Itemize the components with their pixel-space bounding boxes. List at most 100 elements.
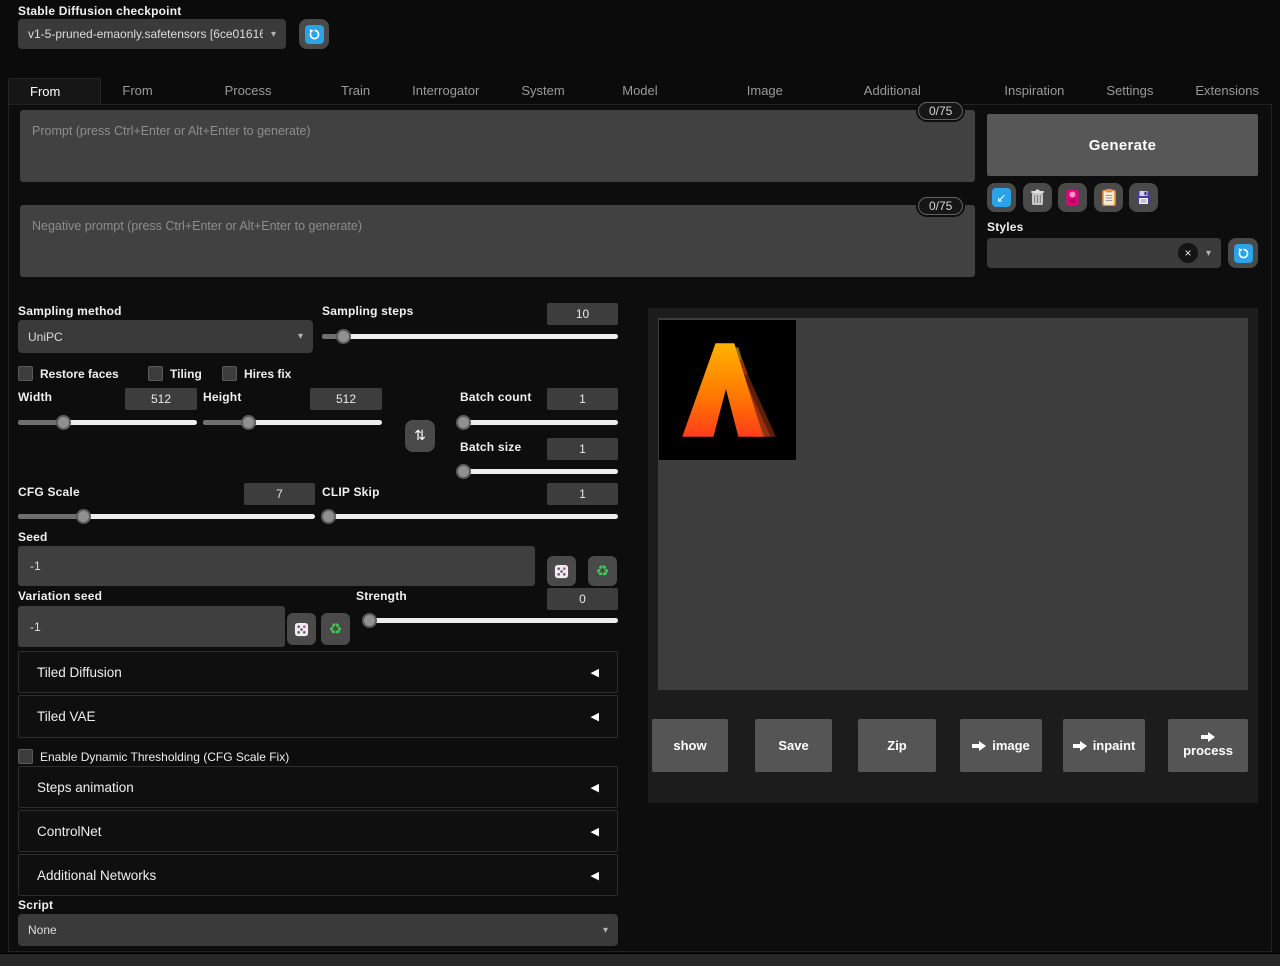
accordion-controlnet[interactable]: ControlNet ◀ <box>18 810 618 852</box>
styles-refresh-button[interactable] <box>1228 238 1258 268</box>
extra-networks-card-icon <box>1066 189 1079 206</box>
slider-track[interactable] <box>460 469 618 474</box>
script-label: Script <box>18 898 53 912</box>
reuse-seed-button[interactable]: ♻ <box>588 556 617 586</box>
button-label: image <box>992 738 1030 753</box>
button-label: show <box>673 738 706 753</box>
slider-thumb[interactable] <box>321 509 336 524</box>
extra-networks-button[interactable] <box>1058 183 1087 212</box>
send-to-inpaint-button[interactable]: inpaint <box>1063 719 1145 772</box>
button-label: inpaint <box>1093 738 1136 753</box>
arrow-right-icon <box>1073 741 1087 751</box>
height-label: Height <box>203 390 242 404</box>
batch-count-slider[interactable] <box>460 415 618 429</box>
tab-from-text[interactable]: From Text <box>8 78 101 105</box>
accordion-additional-networks[interactable]: Additional Networks ◀ <box>18 854 618 896</box>
sampling-steps-label: Sampling steps <box>322 304 414 318</box>
tab-model-converter[interactable]: Model Converter <box>601 78 726 105</box>
dynamic-thresholding-checkbox[interactable] <box>18 749 33 764</box>
sampling-method-label: Sampling method <box>18 304 122 318</box>
chevron-down-icon: ▾ <box>271 29 276 40</box>
slider-thumb[interactable] <box>336 329 351 344</box>
checkpoint-dropdown[interactable]: v1-5-pruned-emaonly.safetensors [6ce0161… <box>18 19 286 49</box>
slider-thumb[interactable] <box>241 415 256 430</box>
slider-track[interactable] <box>322 334 618 339</box>
sampling-steps-input[interactable] <box>547 303 618 325</box>
apply-style-button[interactable] <box>1094 183 1123 212</box>
checkpoint-refresh-button[interactable] <box>299 19 329 49</box>
generate-button[interactable]: Generate <box>987 114 1258 176</box>
show-button[interactable]: show <box>652 719 728 772</box>
tab-process-image[interactable]: Process Image <box>204 78 320 105</box>
height-input[interactable] <box>310 388 382 410</box>
width-slider[interactable] <box>18 415 197 429</box>
tab-extensions[interactable]: Extensions <box>1174 78 1280 105</box>
swap-dimensions-button[interactable]: ⇅ <box>405 420 435 452</box>
slider-thumb[interactable] <box>76 509 91 524</box>
clip-skip-input[interactable] <box>547 483 618 505</box>
collapse-arrow-icon: ◀ <box>591 781 599 794</box>
variation-seed-input[interactable] <box>18 606 285 647</box>
negative-prompt-input[interactable] <box>20 205 975 277</box>
clip-skip-slider[interactable] <box>322 509 618 523</box>
hires-fix-label: Hires fix <box>244 367 291 381</box>
send-to-process-button[interactable]: process <box>1168 719 1248 772</box>
arrow-right-icon <box>1201 732 1215 742</box>
batch-size-label: Batch size <box>460 440 521 454</box>
zip-button[interactable]: Zip <box>858 719 936 772</box>
batch-size-input[interactable] <box>547 438 618 460</box>
floppy-disk-icon <box>1136 190 1151 205</box>
swap-arrows-icon: ⇅ <box>414 428 426 444</box>
strength-slider[interactable] <box>364 613 618 627</box>
height-slider[interactable] <box>203 415 382 429</box>
batch-count-input[interactable] <box>547 388 618 410</box>
tab-interrogator[interactable]: Interrogator <box>391 78 500 105</box>
random-seed-button[interactable] <box>547 556 576 586</box>
tab-from-image[interactable]: From Image <box>101 78 203 105</box>
prompt-input[interactable] <box>20 110 975 182</box>
save-button[interactable]: Save <box>755 719 832 772</box>
clear-prompt-button[interactable] <box>1023 183 1052 212</box>
prompt-token-counter: 0/75 <box>918 102 963 120</box>
accordion-steps-animation[interactable]: Steps animation ◀ <box>18 766 618 808</box>
reuse-variation-seed-button[interactable]: ♻ <box>321 613 350 645</box>
styles-clear-icon[interactable]: × <box>1178 243 1198 263</box>
sampling-steps-slider[interactable] <box>322 329 618 343</box>
paste-params-button[interactable]: ↙ <box>987 183 1016 212</box>
save-style-button[interactable] <box>1129 183 1158 212</box>
accordion-title: Steps animation <box>37 780 134 795</box>
cfg-scale-slider[interactable] <box>18 509 315 523</box>
tab-image-browser[interactable]: Image Browser <box>726 78 843 105</box>
random-variation-seed-button[interactable] <box>287 613 316 645</box>
slider-thumb[interactable] <box>456 415 471 430</box>
tab-settings[interactable]: Settings <box>1085 78 1174 105</box>
strength-input[interactable] <box>547 588 618 610</box>
script-dropdown[interactable]: None ▾ <box>18 914 618 946</box>
seed-input[interactable] <box>18 546 535 586</box>
slider-thumb[interactable] <box>456 464 471 479</box>
tab-system-info[interactable]: System Info <box>500 78 601 105</box>
slider-thumb[interactable] <box>56 415 71 430</box>
styles-dropdown[interactable]: × ▾ <box>987 238 1221 268</box>
slider-track[interactable] <box>364 618 618 623</box>
tiling-checkbox[interactable] <box>148 366 163 381</box>
slider-track[interactable] <box>460 420 618 425</box>
accordion-tiled-vae[interactable]: Tiled VAE ◀ <box>18 695 618 738</box>
tab-inspiration[interactable]: Inspiration <box>983 78 1085 105</box>
slider-track[interactable] <box>322 514 618 519</box>
batch-size-slider[interactable] <box>460 464 618 478</box>
tab-train[interactable]: Train <box>320 78 391 105</box>
script-value: None <box>28 923 595 937</box>
result-thumbnail[interactable] <box>659 320 796 460</box>
sampling-method-dropdown[interactable]: UniPC ▾ <box>18 320 313 353</box>
hires-fix-checkbox[interactable] <box>222 366 237 381</box>
send-to-image-button[interactable]: image <box>960 719 1042 772</box>
tab-additional-networks[interactable]: Additional Networks <box>843 78 984 105</box>
restore-faces-checkbox[interactable] <box>18 366 33 381</box>
refresh-icon <box>1234 244 1253 263</box>
width-input[interactable] <box>125 388 197 410</box>
accordion-tiled-diffusion[interactable]: Tiled Diffusion ◀ <box>18 651 618 693</box>
slider-thumb[interactable] <box>362 613 377 628</box>
cfg-scale-input[interactable] <box>244 483 315 505</box>
seed-label: Seed <box>18 530 47 544</box>
